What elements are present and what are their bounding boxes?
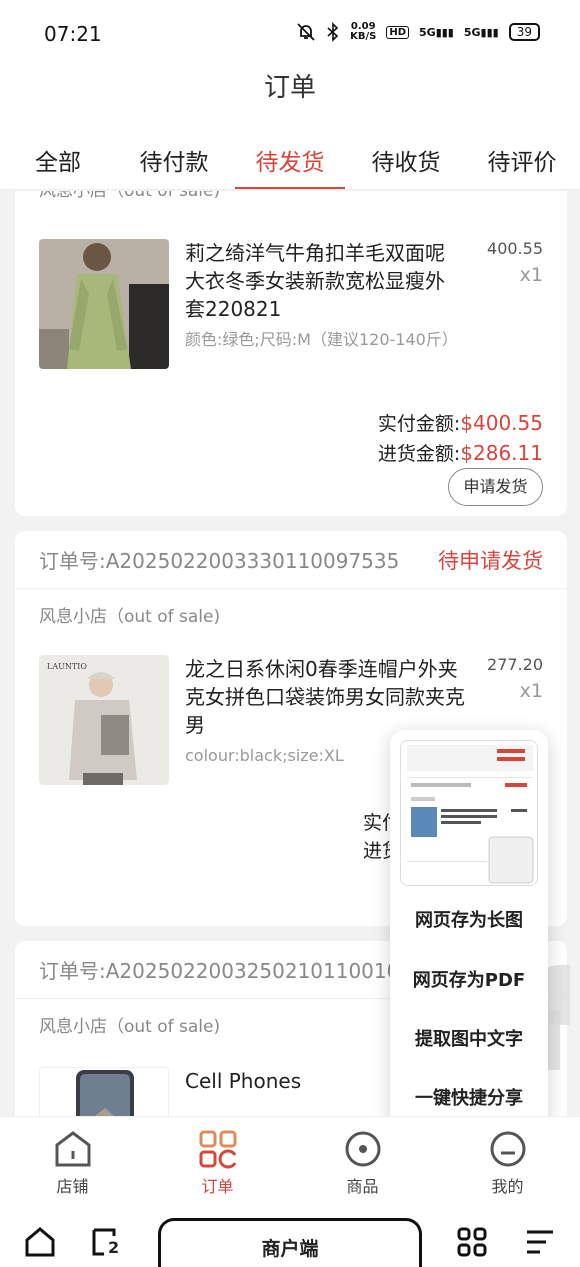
signal-5g-2: 5G▮▮▮ xyxy=(463,25,499,39)
nav-orders[interactable]: 订单 xyxy=(168,1117,268,1208)
svg-text:LAUNTIO: LAUNTIO xyxy=(47,662,87,671)
shop-name: 风息小店（out of sale) xyxy=(39,607,221,627)
product-price-block: 400.55 x1 xyxy=(487,239,543,286)
order-card: 风息小店（out of sale) 莉之绮洋气牛角扣羊毛双面呢大衣冬季女装新款宽… xyxy=(15,191,567,516)
product-image xyxy=(39,239,169,369)
tabs-button[interactable]: 2 xyxy=(90,1226,122,1258)
save-long-image-button[interactable]: 网页存为长图 xyxy=(390,906,548,932)
product-price: 400.55 xyxy=(487,239,543,258)
status-bar: 07:21 0.09 KB/S HD 5G▮▮▮ 5G▮▮▮ 39 xyxy=(0,0,580,68)
tab-pending-shipment[interactable]: 待发货 xyxy=(235,120,345,189)
hd-badge: HD xyxy=(386,25,409,39)
order-tabs: 全部 待付款 待发货 待收货 待评价 xyxy=(0,120,580,190)
apply-ship-button[interactable]: 申请发货 xyxy=(448,468,543,506)
shop-name: 风息小店（out of sale) xyxy=(39,191,221,201)
nav-profile[interactable]: 我的 xyxy=(458,1117,558,1208)
order-amounts: 实付金额:$400.55 进货金额:$286.11 xyxy=(15,409,567,469)
system-nav-bar: 2 商户端 xyxy=(0,1208,580,1267)
merchant-switch-button[interactable]: 商户端 xyxy=(158,1218,422,1267)
capture-share-popup: 网页存为长图 网页存为PDF 提取图中文字 一键快捷分享 xyxy=(390,730,548,1134)
product-image: LAUNTIO xyxy=(39,655,169,785)
bottom-nav: 店铺 订单 商品 我的 xyxy=(0,1116,580,1208)
tabs-count: 2 xyxy=(108,1238,120,1257)
product-name: 莉之绮洋气牛角扣羊毛双面呢大衣冬季女装新款宽松显瘦外套220821 颜色:绿色;… xyxy=(185,241,458,349)
nav-store[interactable]: 店铺 xyxy=(23,1117,123,1208)
order-number: 订单号:A20250220033301100975​35 xyxy=(39,549,400,573)
home-icon[interactable] xyxy=(24,1226,56,1258)
product-price-block: 277.20 x1 xyxy=(487,655,543,702)
status-icons: 0.09 KB/S HD 5G▮▮▮ 5G▮▮▮ 39 xyxy=(296,22,540,42)
quick-share-button[interactable]: 一键快捷分享 xyxy=(390,1084,548,1110)
save-pdf-button[interactable]: 网页存为PDF xyxy=(390,966,548,992)
product-qty: x1 xyxy=(519,680,543,702)
cost-amount-row: 进货金额:$286.11 xyxy=(377,441,543,465)
apps-grid-icon[interactable] xyxy=(456,1226,488,1258)
tab-all[interactable]: 全部 xyxy=(3,120,113,189)
goods-icon xyxy=(345,1131,380,1167)
bluetooth-icon xyxy=(327,22,339,42)
status-time: 07:21 xyxy=(44,22,102,46)
orders-grid-icon xyxy=(199,1130,236,1169)
net-speed: 0.09 KB/S xyxy=(350,21,377,42)
order-card-head: 订单号:A20250220033301100975​35 待申请发货 xyxy=(15,531,567,589)
product-qty: x1 xyxy=(519,264,543,286)
signal-5g-1: 5G▮▮▮ xyxy=(419,25,454,39)
tab-pending-review[interactable]: 待评价 xyxy=(467,120,577,189)
product-price: 277.20 xyxy=(487,655,543,674)
paid-amount-row: 实付金额:$400.55 xyxy=(377,411,543,435)
order-number: 订单号:A2025022003250210110010 xyxy=(39,959,400,983)
page-title: 订单 xyxy=(263,73,316,103)
extract-text-button[interactable]: 提取图中文字 xyxy=(390,1025,548,1051)
nav-goods[interactable]: 商品 xyxy=(313,1117,413,1208)
menu-icon[interactable] xyxy=(524,1226,556,1258)
order-status: 待申请发货 xyxy=(438,548,543,573)
profile-icon xyxy=(490,1131,525,1167)
store-icon xyxy=(55,1131,90,1167)
order-item[interactable]: 莉之绮洋气牛角扣羊毛双面呢大衣冬季女装新款宽松显瘦外套220821 颜色:绿色;… xyxy=(15,239,567,379)
page-preview-thumbnail[interactable] xyxy=(400,740,538,886)
product-spec: 颜色:绿色;尺码:M（建议120-140斤） xyxy=(185,330,458,349)
battery-indicator: 39 xyxy=(508,23,540,41)
tab-pending-payment[interactable]: 待付款 xyxy=(119,120,229,189)
product-image xyxy=(39,1067,169,1116)
tab-pending-receipt[interactable]: 待收货 xyxy=(351,120,461,189)
mute-icon xyxy=(297,23,315,41)
page-header: 订单 xyxy=(0,68,580,120)
